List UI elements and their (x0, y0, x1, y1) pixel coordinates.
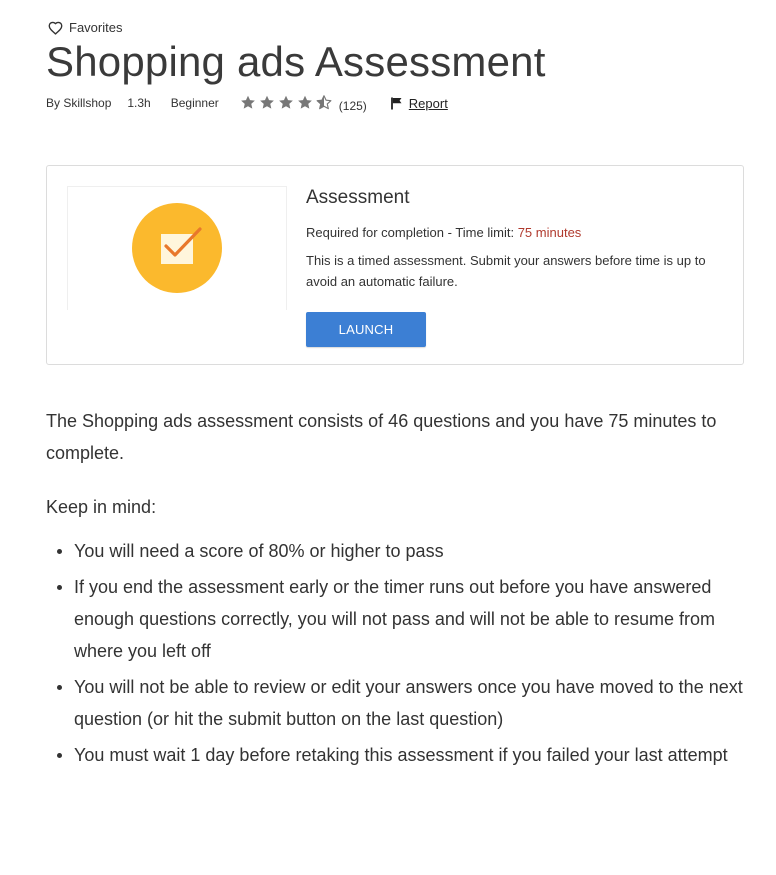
keep-in-mind-heading: Keep in mind: (46, 497, 157, 517)
author-text: By Skillshop (46, 95, 112, 110)
star-full-icon (239, 94, 257, 111)
star-half-icon (315, 94, 333, 111)
intro-paragraph: The Shopping ads assessment consists of … (46, 411, 717, 463)
bullet-dot (57, 685, 62, 690)
rating-stars (239, 94, 333, 111)
launch-button[interactable]: LAUNCH (306, 312, 426, 347)
assessment-title: Assessment (306, 187, 410, 208)
level-text: Beginner (170, 95, 219, 110)
requirement-text: Required for completion - Time limit: (306, 225, 515, 240)
bullet-dot (57, 753, 62, 758)
list-item-text: You must wait 1 day before retaking this… (74, 745, 728, 765)
requirement-line: Required for completion - Time limit: 75… (306, 224, 726, 242)
list-item: If you end the assessment early or the t… (57, 571, 746, 667)
list-item: You will need a score of 80% or higher t… (57, 535, 746, 567)
list-item: You will not be able to review or edit y… (57, 671, 746, 735)
report-link[interactable]: Report (390, 96, 448, 111)
star-full-icon (277, 94, 295, 111)
assessment-info: Assessment Required for completion - Tim… (306, 186, 726, 347)
list-item-text: You will not be able to review or edit y… (74, 677, 743, 729)
report-label: Report (408, 96, 448, 111)
list-item-text: You will need a score of 80% or higher t… (74, 541, 444, 561)
duration-text: 1.3h (127, 95, 151, 110)
assessment-card: Assessment Required for completion - Tim… (46, 165, 744, 365)
time-limit-value: 75 minutes (517, 225, 582, 240)
bullet-dot (57, 549, 62, 554)
list-item-text: If you end the assessment early or the t… (74, 577, 716, 661)
assessment-description: This is a timed assessment. Submit your … (306, 253, 706, 289)
favorites-label: Favorites (69, 20, 123, 35)
page-title: Shopping ads Assessment (46, 38, 546, 85)
rules-list: You will need a score of 80% or higher t… (46, 535, 746, 771)
assessment-details: The Shopping ads assessment consists of … (46, 405, 746, 775)
course-meta: By Skillshop 1.3h Beginner (125) Report (46, 94, 448, 113)
bullet-dot (57, 585, 62, 590)
favorites-button[interactable]: Favorites (48, 20, 122, 35)
assessment-image (67, 186, 287, 310)
star-full-icon (296, 94, 314, 111)
star-full-icon (258, 94, 276, 111)
rating-count: (125) (338, 98, 367, 113)
flag-icon (390, 97, 403, 110)
heart-outline-icon (48, 21, 63, 35)
list-item: You must wait 1 day before retaking this… (57, 739, 746, 771)
